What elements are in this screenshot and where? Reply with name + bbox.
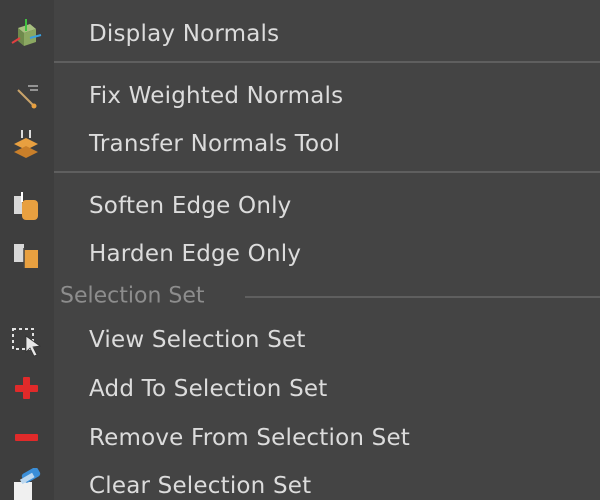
menu-divider <box>54 61 600 63</box>
menu-item-label: Display Normals <box>89 21 280 47</box>
menu-item-label: Add To Selection Set <box>89 376 328 402</box>
remove-icon <box>8 420 44 456</box>
menu-item-label: Harden Edge Only <box>89 241 302 267</box>
menu-item-soften-edge-only[interactable]: Soften Edge Only <box>0 184 600 228</box>
section-title: Selection Set <box>60 283 205 309</box>
menu-item-label: Clear Selection Set <box>89 473 312 499</box>
clear-selection-set-icon <box>8 467 44 500</box>
harden-edge-icon <box>8 236 44 272</box>
transfer-normals-icon <box>8 126 44 162</box>
soften-edge-icon <box>8 188 44 224</box>
section-header-selection-set: Selection Set <box>0 276 600 316</box>
menu-item-remove-from-selection-set[interactable]: Remove From Selection Set <box>0 416 600 460</box>
menu-item-label: Transfer Normals Tool <box>89 131 341 157</box>
menu-divider <box>54 171 600 173</box>
section-divider <box>245 296 600 298</box>
view-selection-set-icon <box>8 322 44 358</box>
menu-item-harden-edge-only[interactable]: Harden Edge Only <box>0 232 600 276</box>
menu-item-label: Fix Weighted Normals <box>89 83 344 109</box>
fix-weighted-normals-icon <box>8 78 44 114</box>
display-normals-icon <box>8 16 44 52</box>
menu-item-clear-selection-set[interactable]: Clear Selection Set <box>0 464 600 500</box>
menu-item-display-normals[interactable]: Display Normals <box>0 12 600 56</box>
add-icon <box>8 371 44 407</box>
menu-item-label: Soften Edge Only <box>89 193 292 219</box>
menu-item-label: View Selection Set <box>89 327 306 353</box>
menu-item-fix-weighted-normals[interactable]: Fix Weighted Normals <box>0 74 600 118</box>
menu-item-label: Remove From Selection Set <box>89 425 411 451</box>
menu-item-view-selection-set[interactable]: View Selection Set <box>0 318 600 362</box>
context-menu: Display Normals Fix Weighted Normals Tra… <box>0 0 600 500</box>
menu-item-transfer-normals-tool[interactable]: Transfer Normals Tool <box>0 122 600 166</box>
menu-item-add-to-selection-set[interactable]: Add To Selection Set <box>0 367 600 411</box>
